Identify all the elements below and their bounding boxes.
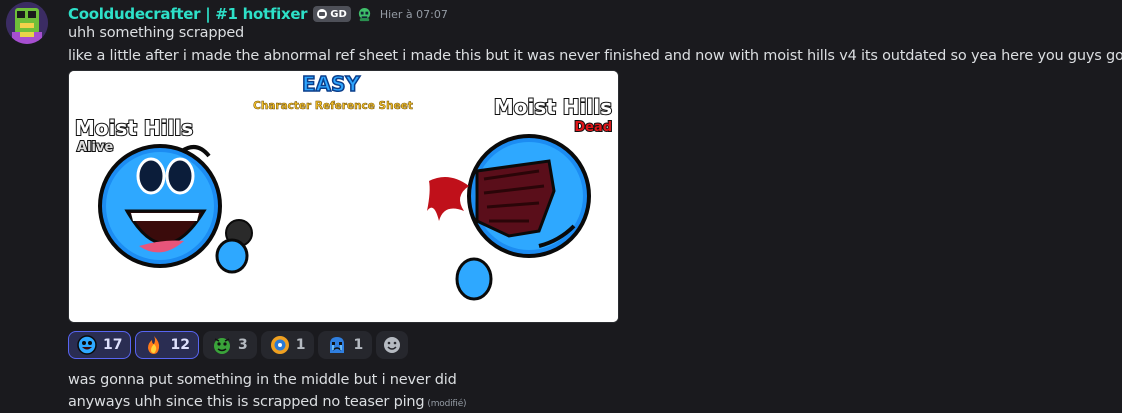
- server-tag[interactable]: GD: [313, 6, 351, 22]
- reaction-count: 1: [353, 337, 364, 353]
- message-text: like a little after i made the abnormal …: [68, 48, 1122, 64]
- add-reaction-button[interactable]: [376, 331, 409, 359]
- orange-face-icon: [270, 336, 289, 354]
- reaction-count: 3: [237, 337, 248, 353]
- reaction-count: 1: [295, 337, 306, 353]
- username[interactable]: Cooldudecrafter | #1 hotfixer: [68, 5, 308, 23]
- skull-icon: [317, 9, 328, 19]
- message-text: uhh something scrapped: [68, 25, 245, 41]
- edited-label: (modifié): [427, 399, 467, 409]
- fire-icon: [148, 336, 160, 354]
- reaction-count: 17: [103, 337, 123, 353]
- avatar[interactable]: [6, 2, 48, 44]
- message-text: was gonna put something in the middle bu…: [68, 372, 457, 388]
- reference-sheet-image: EASY Character Reference Sheet Moist Hil…: [69, 71, 618, 322]
- left-character-state: Alive: [77, 140, 113, 155]
- difficulty-title: EASY: [302, 72, 361, 96]
- right-character-title: Moist Hills: [494, 95, 612, 119]
- green-face-icon: [213, 338, 230, 354]
- reaction-crying-face[interactable]: 1: [318, 331, 373, 359]
- easy-face-icon: [77, 335, 97, 355]
- reaction-count: 12: [170, 337, 190, 353]
- right-character-state: Dead: [574, 120, 612, 135]
- server-tag-label: GD: [330, 8, 347, 20]
- sheet-subtitle: Character Reference Sheet: [253, 100, 413, 112]
- crying-face-icon: [330, 337, 345, 353]
- role-icon[interactable]: [357, 7, 372, 22]
- reaction-easy-face[interactable]: 17: [68, 331, 132, 359]
- reactions-bar: 17 12 3 1 1: [68, 331, 409, 359]
- message-header: Cooldudecrafter | #1 hotfixer GD Hier à …: [68, 3, 448, 25]
- image-attachment[interactable]: EASY Character Reference Sheet Moist Hil…: [68, 70, 619, 323]
- reaction-green-face[interactable]: 3: [202, 331, 257, 359]
- message-text: anyways uhh since this is scrapped no te…: [68, 394, 425, 410]
- reaction-orange-face[interactable]: 1: [260, 331, 315, 359]
- left-character-title: Moist Hills: [75, 116, 193, 140]
- reaction-fire[interactable]: 12: [135, 331, 199, 359]
- avatar-image: [6, 2, 48, 44]
- add-reaction-icon: [384, 337, 401, 353]
- message-line: anyways uhh since this is scrapped no te…: [68, 394, 467, 410]
- timestamp[interactable]: Hier à 07:07: [380, 8, 448, 21]
